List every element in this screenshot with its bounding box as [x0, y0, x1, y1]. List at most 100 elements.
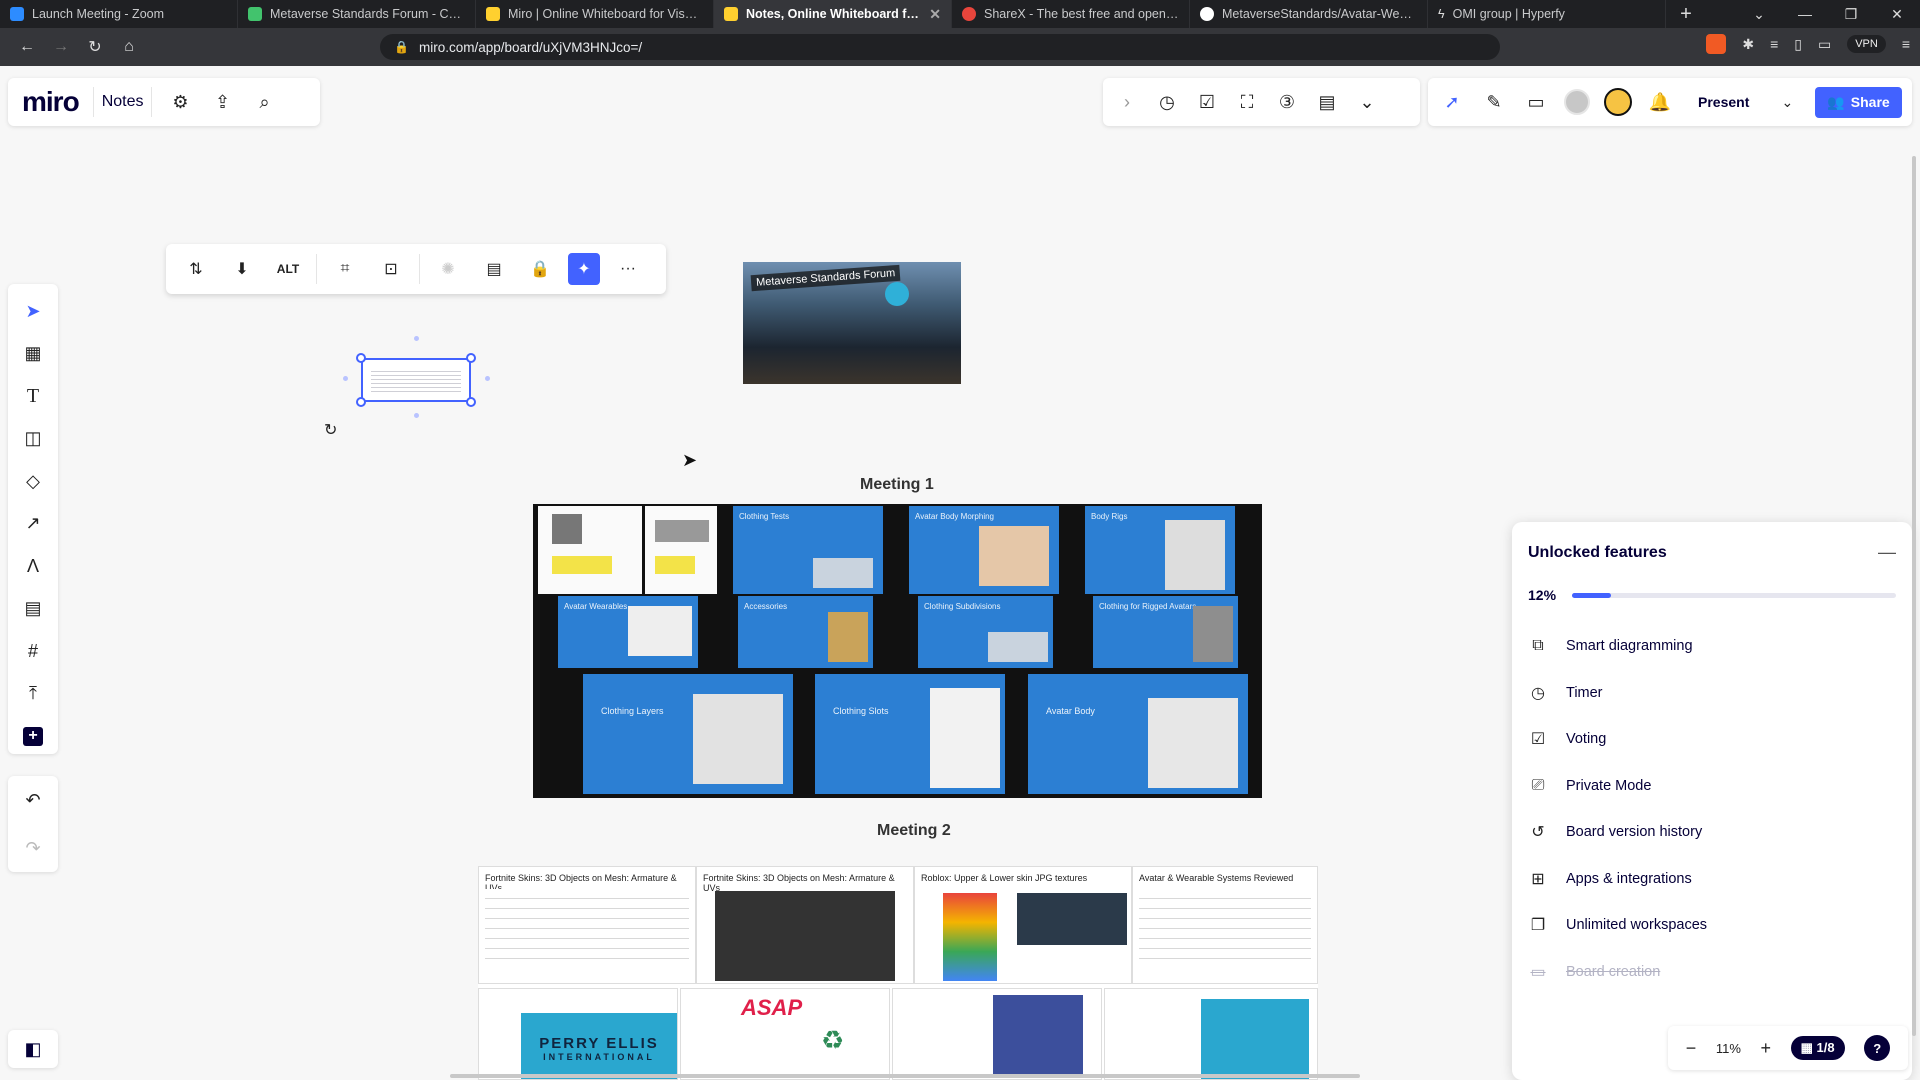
fit-icon[interactable]: ⊡	[373, 251, 409, 287]
sidebar-icon[interactable]: ▯	[1794, 36, 1802, 53]
templates-icon[interactable]: ▦	[15, 336, 51, 370]
slide-thumbnail[interactable]: Accessories	[738, 596, 873, 668]
feature-item[interactable]: ◷ Timer	[1528, 670, 1896, 717]
zoom-level[interactable]: 11%	[1716, 1041, 1741, 1056]
horizontal-scrollbar[interactable]	[450, 1074, 1360, 1078]
slide-thumbnail[interactable]: Clothing Tests	[733, 506, 883, 594]
slide-thumbnail[interactable]: Avatar Wearables	[558, 596, 698, 668]
feature-item[interactable]: ☑ Voting	[1528, 716, 1896, 763]
export-icon[interactable]: ⇪	[208, 88, 236, 116]
slide-thumbnail[interactable]: Clothing for Rigged Avatars	[1093, 596, 1238, 668]
connection-dot[interactable]	[485, 376, 490, 381]
connection-dot[interactable]	[414, 413, 419, 418]
slide-thumbnail[interactable]: PERRY ELLIS INTERNATIONAL	[478, 988, 678, 1080]
slide-thumbnail[interactable]	[538, 506, 642, 594]
slide-thumbnail[interactable]: Fortnite Skins: 3D Objects on Mesh: Arma…	[696, 866, 914, 984]
text-tool-icon[interactable]: T	[15, 379, 51, 413]
forward-icon[interactable]: →	[44, 38, 78, 56]
add-more-icon[interactable]: +	[23, 726, 43, 746]
avatar[interactable]	[1604, 88, 1632, 116]
browser-tab[interactable]: Launch Meeting - Zoom	[0, 0, 238, 28]
feature-item[interactable]: ⎚ Private Mode	[1528, 763, 1896, 810]
url-field[interactable]: 🔒 miro.com/app/board/uXjVM3HNJco=/	[380, 34, 1500, 60]
resize-handle[interactable]	[356, 397, 366, 407]
reload-icon[interactable]: ↻	[78, 37, 112, 57]
page-counter[interactable]: ▦ 1/8	[1790, 1036, 1845, 1060]
help-icon[interactable]: ?	[1864, 1035, 1891, 1061]
slide-thumbnail[interactable]: Clothing Layers	[583, 674, 793, 794]
crop-icon[interactable]: ⌗	[327, 251, 363, 287]
minimize-icon[interactable]: —	[1878, 542, 1896, 563]
slide-thumbnail[interactable]: Avatar Body	[1028, 674, 1248, 794]
slide-thumbnail[interactable]	[892, 988, 1102, 1080]
conference-photo[interactable]: Metaverse Standards Forum	[743, 262, 961, 384]
wallet-icon[interactable]: ▭	[1818, 36, 1831, 53]
browser-tab[interactable]: MetaverseStandards/Avatar-Wearab	[1190, 0, 1428, 28]
browser-tab[interactable]: ϟ OMI group | Hyperfy	[1428, 0, 1666, 28]
back-icon[interactable]: ←	[10, 38, 44, 56]
settings-icon[interactable]: ⚙	[166, 88, 194, 116]
vpn-button[interactable]: VPN	[1847, 35, 1886, 53]
slide-thumbnail[interactable]: ASAP ♻	[680, 988, 890, 1080]
present-button[interactable]: Present	[1688, 88, 1759, 116]
share-button[interactable]: 👥 Share	[1815, 86, 1902, 118]
feature-item[interactable]: ↺ Board version history	[1528, 809, 1896, 856]
miro-board-canvas[interactable]: miro Notes ⚙ ⇪ ⌕ › ◷ ☑ ⛶ ③ ▤ ⌄ ➚ ✎ ▭ 🔔 P…	[0, 66, 1920, 1080]
new-tab-icon[interactable]: +	[1666, 3, 1706, 26]
feature-item[interactable]: ▭ Board creation	[1528, 949, 1896, 996]
counter-icon[interactable]: ③	[1273, 88, 1301, 116]
zoom-in-icon[interactable]: +	[1761, 1038, 1772, 1059]
screen-capture-icon[interactable]: ⛶	[1233, 88, 1261, 116]
frame-icon[interactable]: #	[15, 634, 51, 668]
browser-tab[interactable]: Miro | Online Whiteboard for Visual C	[476, 0, 714, 28]
tab-search-icon[interactable]: ⌄	[1736, 0, 1782, 28]
brave-shield-icon[interactable]	[1706, 34, 1727, 54]
comment-icon[interactable]: ▤	[476, 251, 512, 287]
menu-icon[interactable]: ≡	[1902, 36, 1910, 52]
minimize-icon[interactable]: —	[1782, 0, 1828, 28]
expand-chevron-icon[interactable]: ›	[1113, 88, 1141, 116]
cursor-follow-icon[interactable]: ➚	[1438, 88, 1466, 116]
zoom-out-icon[interactable]: −	[1686, 1038, 1697, 1059]
selected-image[interactable]	[361, 358, 471, 402]
shapes-icon[interactable]: ◇	[15, 464, 51, 498]
notifications-bell-icon[interactable]: 🔔	[1646, 88, 1674, 116]
extensions-icon[interactable]: ✱	[1742, 36, 1754, 53]
pen-icon[interactable]: Λ	[15, 549, 51, 583]
slide-thumbnail[interactable]: Roblox: Upper & Lower skin JPG textures	[914, 866, 1132, 984]
more-options-icon[interactable]: ···	[610, 251, 646, 287]
select-tool-icon[interactable]: ➤	[15, 294, 51, 328]
browser-tab[interactable]: ShareX - The best free and open sou	[952, 0, 1190, 28]
board-name[interactable]: Notes	[92, 87, 153, 117]
upload-icon[interactable]: ⤒	[15, 676, 51, 710]
home-icon[interactable]: ⌂	[112, 38, 146, 56]
feature-item[interactable]: ❐ Unlimited workspaces	[1528, 902, 1896, 949]
close-tab-icon[interactable]: ✕	[929, 6, 941, 23]
chevron-down-icon[interactable]: ⌄	[1773, 88, 1801, 116]
resize-handle[interactable]	[466, 397, 476, 407]
connector-line-icon[interactable]: ↗	[15, 506, 51, 540]
download-icon[interactable]: ⬇	[224, 251, 260, 287]
board-panel-toggle-icon[interactable]: ◧	[8, 1030, 58, 1068]
feature-item[interactable]: ⧉ Smart diagramming	[1528, 623, 1896, 670]
connection-dot[interactable]	[414, 336, 419, 341]
redo-icon[interactable]: ↷	[25, 838, 40, 859]
search-icon[interactable]: ⌕	[250, 88, 278, 116]
slide-thumbnail[interactable]: Body Rigs	[1085, 506, 1235, 594]
connection-dot[interactable]	[343, 376, 348, 381]
timer-icon[interactable]: ◷	[1153, 88, 1181, 116]
notes-icon[interactable]: ▤	[1313, 88, 1341, 116]
browser-tab[interactable]: Metaverse Standards Forum - Chairs	[238, 0, 476, 28]
miro-logo[interactable]: miro	[22, 86, 80, 118]
playlist-icon[interactable]: ≡	[1770, 36, 1778, 52]
slide-thumbnail[interactable]: Fortnite Skins: 3D Objects on Mesh: Arma…	[478, 866, 696, 984]
meeting1-slides[interactable]: Clothing Tests Avatar Body Morphing Body…	[533, 504, 1262, 798]
avatar[interactable]	[1564, 89, 1590, 115]
feature-item[interactable]: ⊞ Apps & integrations	[1528, 856, 1896, 903]
ai-assist-icon[interactable]: ✦	[568, 253, 600, 285]
sticky-note-icon[interactable]: ◫	[15, 421, 51, 455]
rotate-handle-icon[interactable]: ↻	[324, 420, 337, 440]
slide-thumbnail[interactable]: Clothing Subdivisions	[918, 596, 1053, 668]
slide-thumbnail[interactable]	[1104, 988, 1318, 1080]
browser-tab-active[interactable]: Notes, Online Whiteboard for Vi ✕	[714, 0, 952, 28]
